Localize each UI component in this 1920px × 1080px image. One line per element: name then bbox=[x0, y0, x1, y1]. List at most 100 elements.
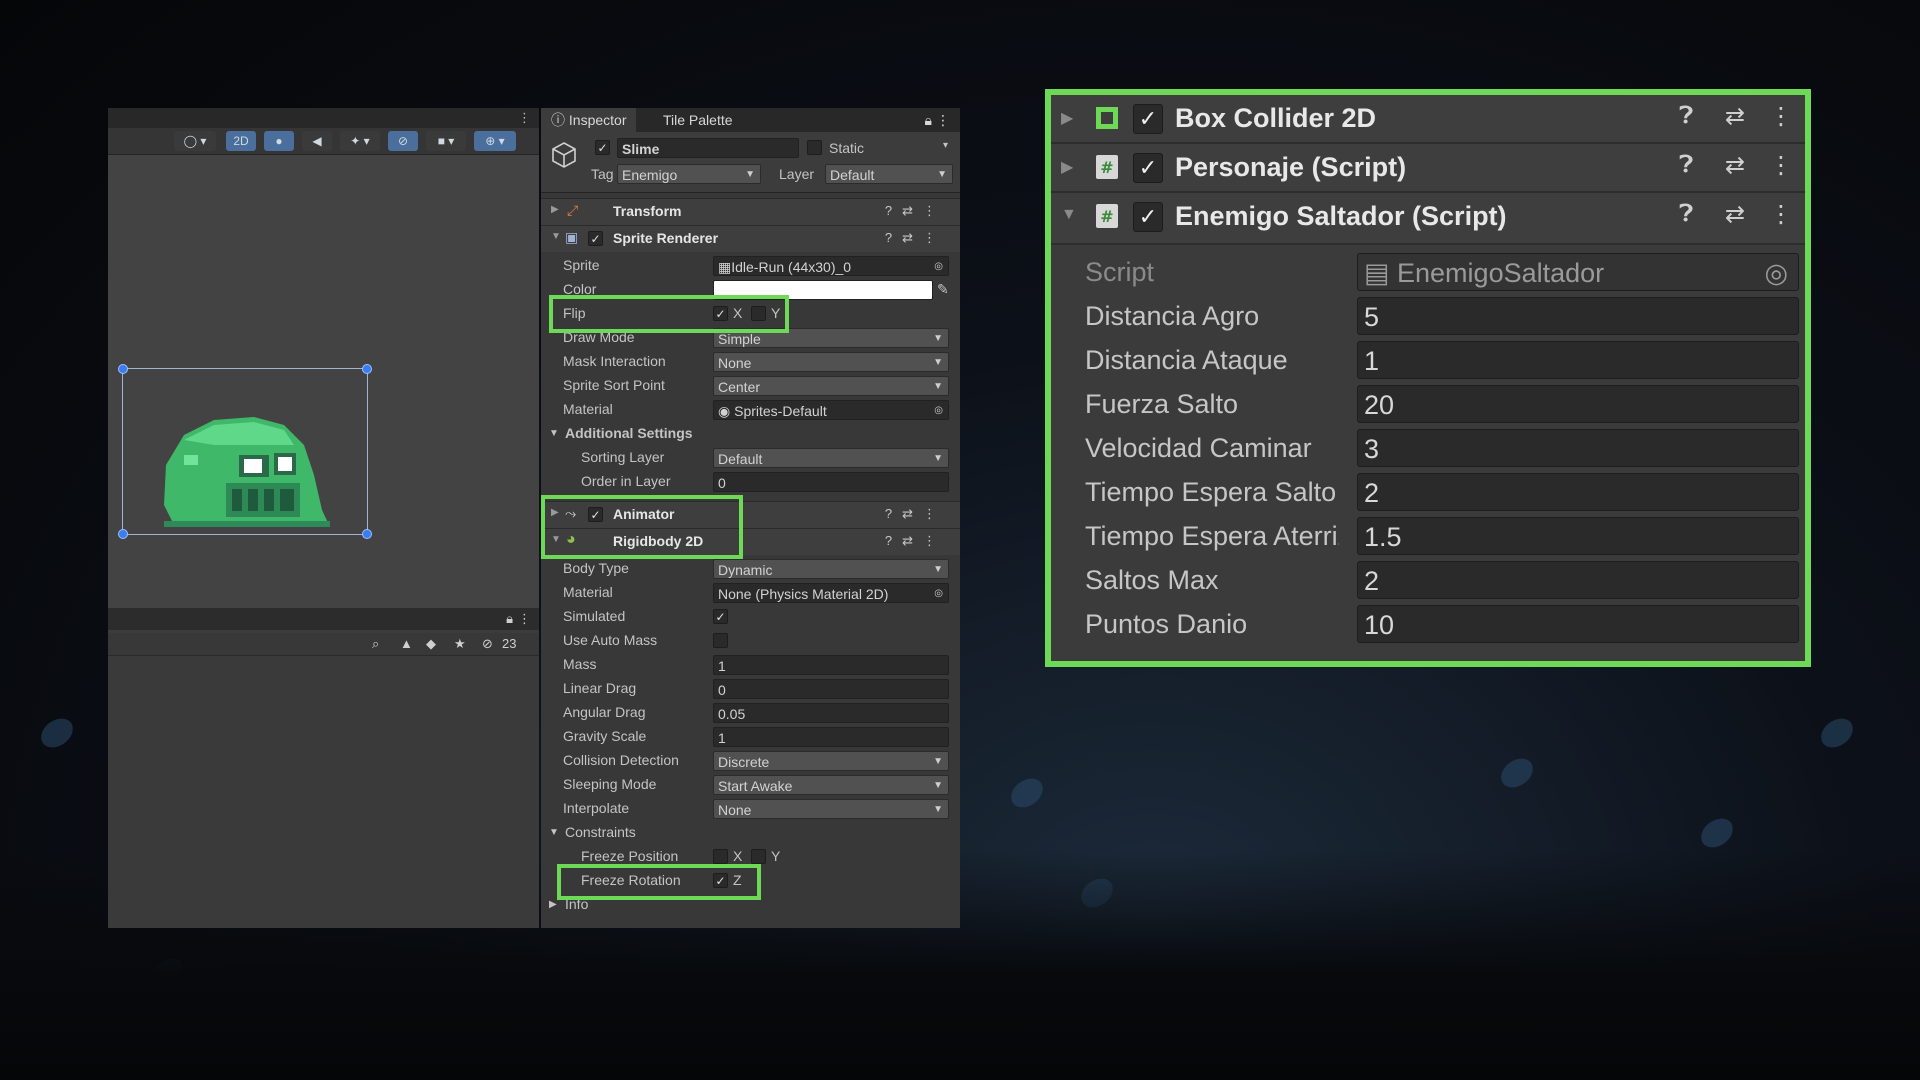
selection-handle[interactable] bbox=[362, 364, 372, 374]
gravity-field[interactable]: 1 bbox=[713, 727, 949, 747]
field-input[interactable]: 1 bbox=[1357, 341, 1799, 379]
box-collider-component[interactable]: ▶ ✓ Box Collider 2D ❓︎ ⇄ ⋮ bbox=[1051, 95, 1805, 144]
field-input[interactable]: 5 bbox=[1357, 297, 1799, 335]
constraints-label: Constraints bbox=[565, 824, 636, 840]
hidden-objects-icon[interactable]: ⊘ bbox=[388, 131, 418, 151]
constraints-row[interactable]: ▼ Constraints bbox=[541, 821, 960, 845]
additional-settings-label: Additional Settings bbox=[565, 425, 693, 441]
tag-dropdown[interactable]: Enemigo ▼ bbox=[617, 164, 761, 184]
collision-dropdown[interactable]: Discrete ▼ bbox=[713, 751, 949, 771]
additional-settings-row[interactable]: ▼ Additional Settings bbox=[541, 422, 960, 446]
angular-drag-field[interactable]: 0.05 bbox=[713, 703, 949, 723]
selection-handle[interactable] bbox=[118, 364, 128, 374]
expand-arrow-icon[interactable]: ▶ bbox=[1061, 157, 1073, 177]
camera-icon[interactable]: ■ ▾ bbox=[426, 131, 466, 151]
script-field[interactable]: ▤ EnemigoSaltador ◎ bbox=[1357, 253, 1799, 291]
expand-arrow-icon[interactable]: ▶ bbox=[551, 204, 559, 215]
filter-type-icon[interactable]: ▲ bbox=[400, 636, 413, 651]
help-icon[interactable]: ❓︎ bbox=[1679, 102, 1693, 130]
enabled-checkbox[interactable]: ✓ bbox=[1133, 202, 1163, 232]
material-field[interactable]: ◉ Sprites-Default ◎ bbox=[713, 400, 949, 420]
component-actions[interactable]: ?⇄⋮ bbox=[885, 230, 946, 246]
more-menu-icon[interactable]: ⋮ bbox=[518, 110, 531, 126]
presets-icon[interactable]: ⇄ bbox=[1725, 200, 1745, 229]
interpolate-dropdown[interactable]: None ▼ bbox=[713, 799, 949, 819]
linear-drag-field[interactable]: 0 bbox=[713, 679, 949, 699]
field-input[interactable]: 1.5 bbox=[1357, 517, 1799, 555]
collapse-arrow-icon[interactable]: ▼ bbox=[551, 231, 561, 242]
lock-icon[interactable]: 🔒︎ bbox=[506, 611, 513, 627]
enabled-checkbox[interactable]: ✓ bbox=[1133, 153, 1163, 183]
chevron-down-icon[interactable]: ▾ bbox=[943, 140, 948, 151]
body-type-dropdown[interactable]: Dynamic ▼ bbox=[713, 559, 949, 579]
more-menu-icon[interactable]: ⋮ bbox=[518, 611, 531, 627]
tag-label: Tag bbox=[591, 166, 614, 182]
field-input[interactable]: 3 bbox=[1357, 429, 1799, 467]
expand-arrow-icon[interactable]: ▶ bbox=[1061, 108, 1073, 128]
collapse-arrow-icon[interactable]: ▼ bbox=[549, 428, 559, 439]
selection-handle[interactable] bbox=[118, 529, 128, 539]
lighting-icon[interactable]: ● bbox=[264, 131, 294, 151]
draw-mode-button[interactable]: ◯ ▾ bbox=[174, 131, 216, 151]
slime-sprite[interactable] bbox=[144, 395, 344, 535]
field-input[interactable]: 20 bbox=[1357, 385, 1799, 423]
collapse-arrow-icon[interactable]: ▼ bbox=[549, 827, 559, 838]
favorite-icon[interactable]: ★ bbox=[454, 636, 466, 652]
sprite-field[interactable]: ▦Idle-Run (44x30)_0 ◎ bbox=[713, 256, 949, 276]
scene-canvas[interactable] bbox=[108, 155, 539, 615]
component-actions[interactable]: ?⇄⋮ bbox=[885, 506, 946, 522]
tab-tile-palette[interactable]: Tile Palette bbox=[653, 108, 743, 132]
eyedropper-icon[interactable]: ✎ bbox=[937, 281, 949, 298]
gizmos-icon[interactable]: ⊕ ▾ bbox=[474, 131, 516, 151]
enemigo-saltador-component[interactable]: ▼ # ✓ Enemigo Saltador (Script) ❓︎ ⇄ ⋮ bbox=[1051, 193, 1805, 245]
presets-icon[interactable]: ⇄ bbox=[1725, 151, 1745, 180]
linear-drag-row: Linear Drag 0 bbox=[541, 677, 960, 701]
component-actions[interactable]: ?⇄⋮ bbox=[885, 203, 946, 219]
more-menu-icon[interactable]: ⋮ bbox=[1769, 102, 1793, 131]
toggle-2d-button[interactable]: 2D bbox=[226, 131, 256, 151]
effects-icon[interactable]: ✦ ▾ bbox=[340, 131, 380, 151]
freeze-pos-x-checkbox[interactable] bbox=[713, 849, 728, 864]
mask-dropdown[interactable]: None ▼ bbox=[713, 352, 949, 372]
order-field[interactable]: 0 bbox=[713, 472, 949, 492]
help-icon[interactable]: ❓︎ bbox=[1679, 200, 1693, 228]
svg-text:#: # bbox=[1100, 158, 1113, 177]
transform-component[interactable]: ▶ ⤢ Transform ?⇄⋮ bbox=[541, 198, 960, 225]
simulated-label: Simulated bbox=[563, 608, 626, 624]
gameobject-name-field[interactable]: Slime bbox=[617, 138, 799, 158]
tab-inspector[interactable]: ⓘ Inspector bbox=[541, 108, 637, 132]
sorting-layer-dropdown[interactable]: Default ▼ bbox=[713, 448, 949, 468]
field-row: Velocidad Caminar 3 bbox=[1051, 427, 1805, 471]
label-icon[interactable]: ◆ bbox=[426, 636, 436, 652]
sort-point-dropdown[interactable]: Center ▼ bbox=[713, 376, 949, 396]
audio-icon[interactable]: ◀ bbox=[302, 131, 332, 151]
physics-material-field[interactable]: None (Physics Material 2D) ◎ bbox=[713, 583, 949, 603]
layer-dropdown[interactable]: Default ▼ bbox=[825, 164, 953, 184]
personaje-script-component[interactable]: ▶ # ✓ Personaje (Script) ❓︎ ⇄ ⋮ bbox=[1051, 144, 1805, 193]
presets-icon[interactable]: ⇄ bbox=[1725, 102, 1745, 131]
auto-mass-checkbox[interactable] bbox=[713, 633, 728, 648]
sprite-renderer-component[interactable]: ▼ ▣ ✓ Sprite Renderer ?⇄⋮ bbox=[541, 225, 960, 252]
component-actions[interactable]: ?⇄⋮ bbox=[885, 533, 946, 549]
mass-field[interactable]: 1 bbox=[713, 655, 949, 675]
more-menu-icon[interactable]: ⋮ bbox=[1769, 151, 1793, 180]
freeze-pos-y-checkbox[interactable] bbox=[751, 849, 766, 864]
simulated-checkbox[interactable]: ✓ bbox=[713, 609, 728, 624]
more-menu-icon[interactable]: ⋮ bbox=[1769, 200, 1793, 229]
hidden-count-icon[interactable]: ⊘ bbox=[482, 636, 493, 652]
expand-arrow-icon[interactable]: ▶ bbox=[549, 899, 557, 910]
active-checkbox[interactable]: ✓ bbox=[595, 140, 610, 155]
field-input[interactable]: 2 bbox=[1357, 473, 1799, 511]
field-input[interactable]: 2 bbox=[1357, 561, 1799, 599]
enabled-checkbox[interactable]: ✓ bbox=[588, 231, 603, 246]
selection-handle[interactable] bbox=[362, 529, 372, 539]
field-input[interactable]: 10 bbox=[1357, 605, 1799, 643]
collapse-arrow-icon[interactable]: ▼ bbox=[1061, 206, 1077, 224]
enabled-checkbox[interactable]: ✓ bbox=[1133, 104, 1163, 134]
sleeping-dropdown[interactable]: Start Awake ▼ bbox=[713, 775, 949, 795]
search-icon[interactable]: ⌕ bbox=[372, 636, 379, 652]
static-checkbox[interactable] bbox=[807, 140, 822, 155]
sort-point-row: Sprite Sort Point Center ▼ bbox=[541, 374, 960, 398]
help-icon[interactable]: ❓︎ bbox=[1679, 151, 1693, 179]
more-menu-icon[interactable]: ⋮ bbox=[926, 108, 960, 132]
